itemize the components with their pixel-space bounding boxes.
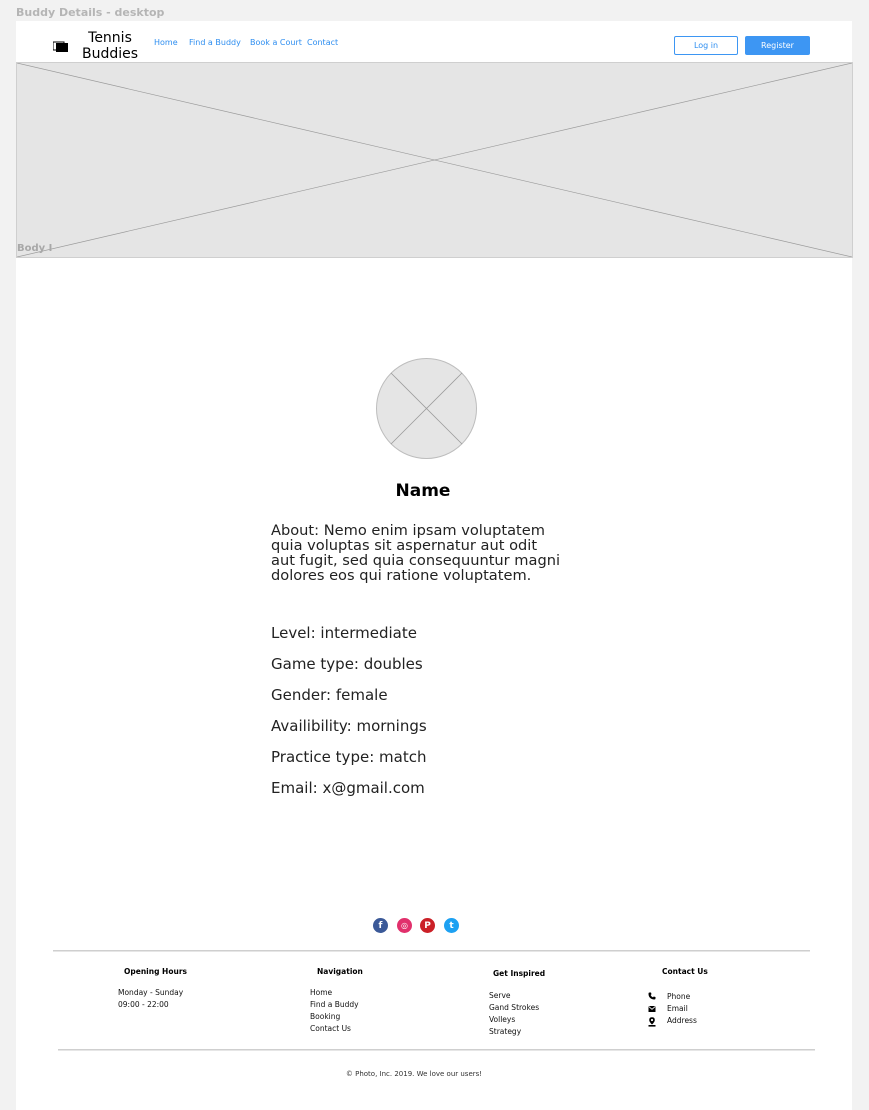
footer-inspired-strategy[interactable]: Strategy [489, 1027, 521, 1036]
footer-opening-hours-title: Opening Hours [124, 967, 187, 976]
buddy-game-type: Game type: doubles [271, 655, 423, 673]
footer-inspired-volleys[interactable]: Volleys [489, 1015, 515, 1024]
buddy-name: Name [395, 481, 451, 501]
twitter-icon[interactable]: t [444, 918, 459, 933]
footer-contact-address[interactable]: Address [667, 1016, 697, 1025]
nav-find-buddy[interactable]: Find a Buddy [189, 38, 241, 47]
buddy-availability: Availibility: mornings [271, 717, 427, 735]
footer-navigation-title: Navigation [317, 967, 363, 976]
hero-placeholder-cross [17, 63, 852, 257]
footer-opening-time: 09:00 - 22:00 [118, 1000, 169, 1009]
instagram-icon[interactable]: ◎ [397, 918, 412, 933]
footer-nav-booking[interactable]: Booking [310, 1012, 340, 1021]
buddy-level: Level: intermediate [271, 624, 417, 642]
buddy-about: About: Nemo enim ipsam voluptatem quia v… [271, 522, 561, 584]
email-icon [648, 1006, 656, 1012]
footer-get-inspired-title: Get Inspired [493, 969, 546, 978]
nav-book-court[interactable]: Book a Court [250, 38, 302, 47]
buddy-email: Email: x@gmail.com [271, 779, 425, 797]
footer-contact-phone[interactable]: Phone [667, 992, 690, 1001]
page-frame: Tennis Buddies Home Find a Buddy Book a … [16, 21, 853, 1110]
footer-nav-home[interactable]: Home [310, 988, 332, 997]
buddy-practice-type: Practice type: match [271, 748, 427, 766]
footer-contact-title: Contact Us [662, 967, 708, 976]
footer-inspired-serve[interactable]: Serve [489, 991, 511, 1000]
facebook-icon[interactable]: f [373, 918, 388, 933]
pinterest-icon[interactable]: P [420, 918, 435, 933]
login-button[interactable]: Log in [674, 36, 738, 55]
frame-label: Buddy Details - desktop [16, 6, 165, 19]
nav-home[interactable]: Home [154, 38, 178, 47]
footer-nav-find-buddy[interactable]: Find a Buddy [310, 1000, 359, 1009]
logo-line-1: Tennis [88, 30, 132, 46]
copyright-text: © Photo, Inc. 2019. We love our users! [345, 1070, 483, 1078]
hero-image-placeholder: Body I [16, 62, 853, 258]
footer-contact-email[interactable]: Email [667, 1004, 688, 1013]
register-button[interactable]: Register [745, 36, 810, 55]
phone-icon [648, 992, 656, 1000]
nav-contact[interactable]: Contact [307, 38, 338, 47]
avatar [376, 358, 477, 459]
footer-nav-contact-us[interactable]: Contact Us [310, 1024, 351, 1033]
footer-opening-days: Monday - Sunday [118, 988, 184, 997]
logo-text[interactable]: Tennis Buddies [78, 30, 142, 62]
hero-label: Body I [17, 243, 53, 254]
logo-icon [53, 41, 68, 52]
logo-line-2: Buddies [81, 46, 139, 62]
buddy-gender: Gender: female [271, 686, 388, 704]
address-icon [648, 1017, 656, 1027]
footer-divider-bottom [58, 1049, 815, 1051]
footer-inspired-ground-strokes[interactable]: Gand Strokes [489, 1003, 539, 1012]
footer-divider-top [53, 950, 810, 952]
